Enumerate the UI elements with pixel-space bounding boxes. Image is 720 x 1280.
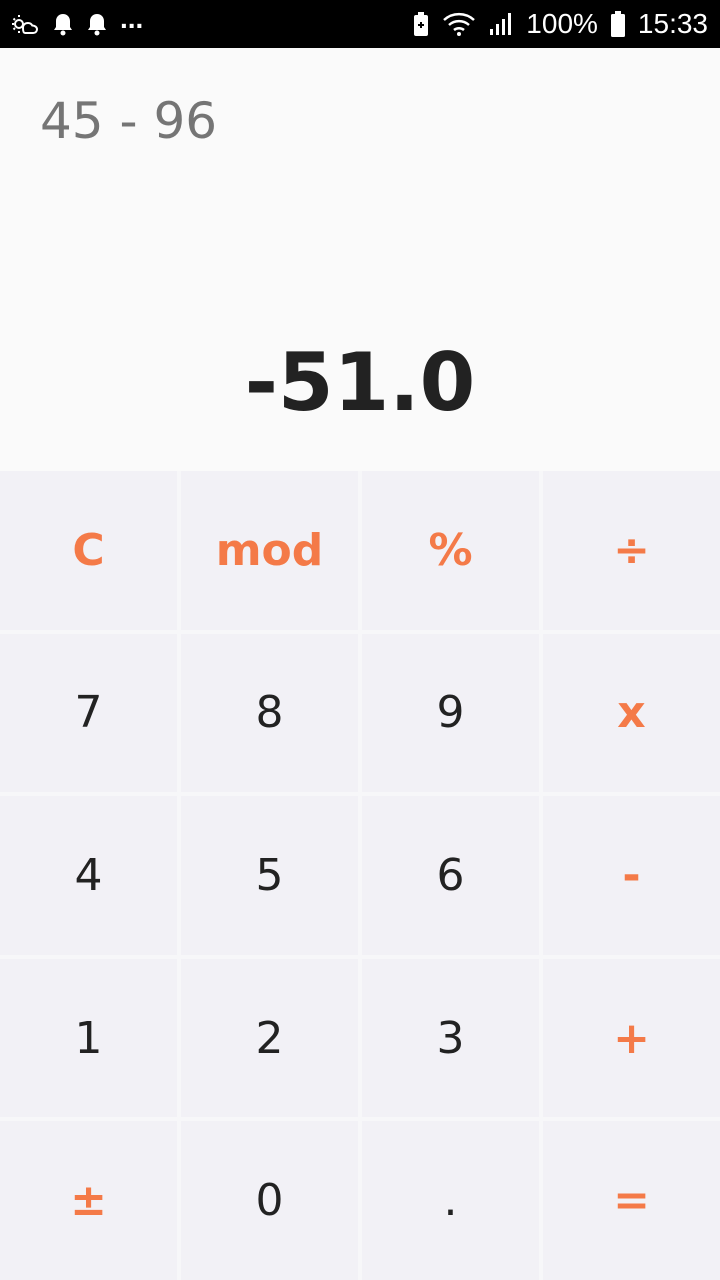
digit-0-button[interactable]: 0 (181, 1121, 358, 1280)
digit-8-button[interactable]: 8 (181, 633, 358, 793)
signal-icon (488, 11, 514, 37)
digit-9-button[interactable]: 9 (362, 633, 539, 793)
notification-bell-icon (52, 12, 74, 36)
keypad: Cmod% ÷ 7 8 9 x 4 5 6- 1 2 3 + ±0. = (0, 471, 720, 1280)
status-bar-left: ... (10, 5, 143, 36)
status-bar-right: 100% 15:33 (412, 8, 708, 40)
digit-2-button[interactable]: 2 (181, 958, 358, 1118)
notification-bell-icon (86, 12, 108, 36)
clear-button[interactable]: C (0, 471, 177, 630)
digit-5-button[interactable]: 5 (181, 796, 358, 955)
result-text: -51.0 (244, 336, 476, 429)
battery-percent: 100% (526, 8, 598, 39)
multiply-button[interactable]: x (543, 633, 720, 793)
expression-text: 45 - 96 (40, 92, 218, 150)
calculator-display: 45 - 96 -51.0 (0, 48, 720, 471)
digit-4-button[interactable]: 4 (0, 796, 177, 955)
subtract-button[interactable]: - (543, 796, 720, 955)
add-button[interactable]: + (543, 958, 720, 1118)
percent-button[interactable]: % (362, 471, 539, 630)
digit-1-button[interactable]: 1 (0, 958, 177, 1118)
battery-icon (610, 10, 626, 38)
mod-button[interactable]: mod (181, 471, 358, 630)
more-notifications-indicator: ... (120, 3, 144, 34)
divide-button[interactable]: ÷ (543, 471, 720, 630)
plus-minus-button[interactable]: ± (0, 1121, 177, 1280)
equals-button[interactable]: = (543, 1121, 720, 1280)
status-bar: ... 100% 15:33 (0, 0, 720, 48)
wifi-icon (442, 11, 476, 37)
decimal-point-button[interactable]: . (362, 1121, 539, 1280)
battery-saver-icon (412, 11, 430, 37)
weather-icon (10, 12, 40, 36)
digit-3-button[interactable]: 3 (362, 958, 539, 1118)
digit-7-button[interactable]: 7 (0, 633, 177, 793)
clock: 15:33 (637, 8, 708, 39)
digit-6-button[interactable]: 6 (362, 796, 539, 955)
